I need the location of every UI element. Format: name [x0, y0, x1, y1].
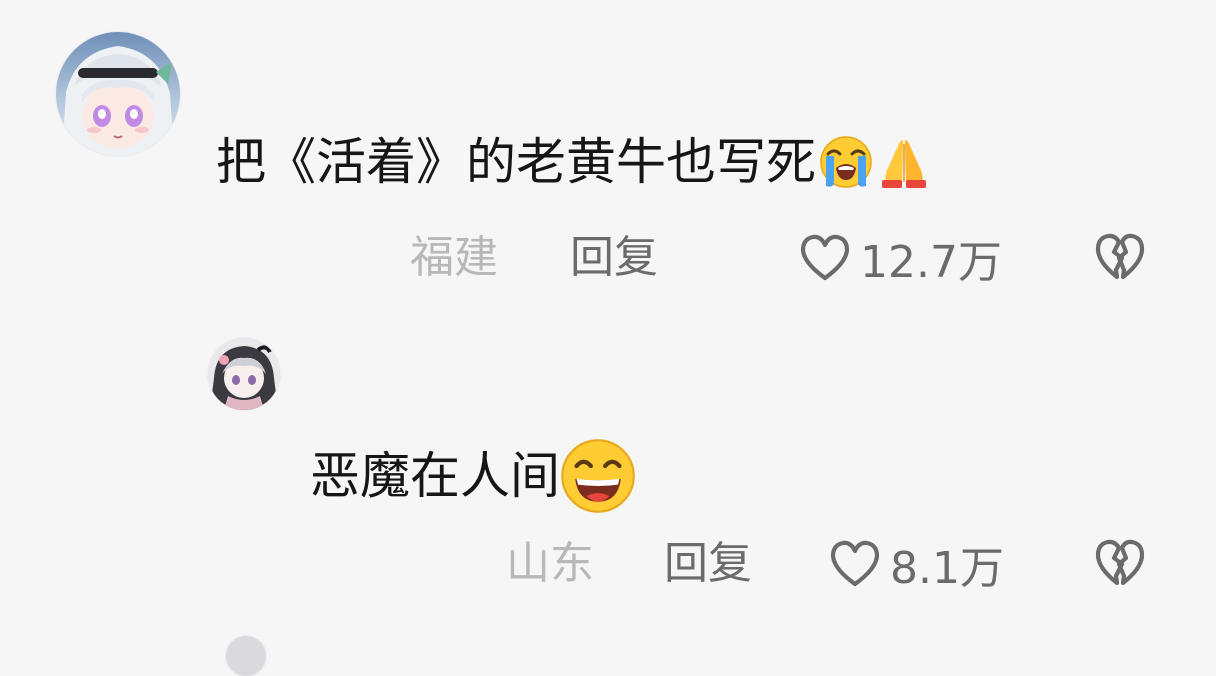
broken-heart-icon	[1095, 233, 1145, 280]
user-avatar[interactable]	[208, 338, 280, 410]
dislike-button[interactable]	[1094, 538, 1146, 588]
comment-region: 福建	[410, 232, 498, 283]
like-button[interactable]: 8.1万	[828, 534, 1004, 594]
comment-region: 山东	[506, 538, 594, 589]
user-avatar[interactable]	[56, 32, 180, 156]
heart-outline-icon	[830, 540, 880, 587]
comment-text-row: 恶魔在人间	[310, 436, 638, 516]
like-count: 12.7万	[860, 237, 1002, 288]
dislike-button[interactable]	[1094, 232, 1146, 282]
loudly-crying-face-icon	[818, 134, 874, 190]
comment-text-row: 把《活着》的老黄牛也写死	[216, 132, 932, 192]
comment-text: 恶魔在人间	[310, 447, 560, 505]
anime-girl-avatar-small-icon	[208, 338, 280, 410]
anime-girl-avatar-icon	[56, 32, 180, 156]
broken-heart-icon	[1095, 539, 1145, 586]
comment-text: 把《活着》的老黄牛也写死	[216, 133, 816, 191]
grinning-squinting-face-icon	[558, 436, 638, 516]
reply-button[interactable]: 回复	[570, 228, 658, 288]
reply-button[interactable]: 回复	[664, 534, 752, 594]
like-count: 8.1万	[890, 543, 1004, 594]
heart-outline-icon	[800, 234, 850, 281]
folded-hands-icon	[876, 134, 932, 190]
next-comment-avatar[interactable]	[226, 636, 266, 676]
like-button[interactable]: 12.7万	[798, 228, 1002, 288]
